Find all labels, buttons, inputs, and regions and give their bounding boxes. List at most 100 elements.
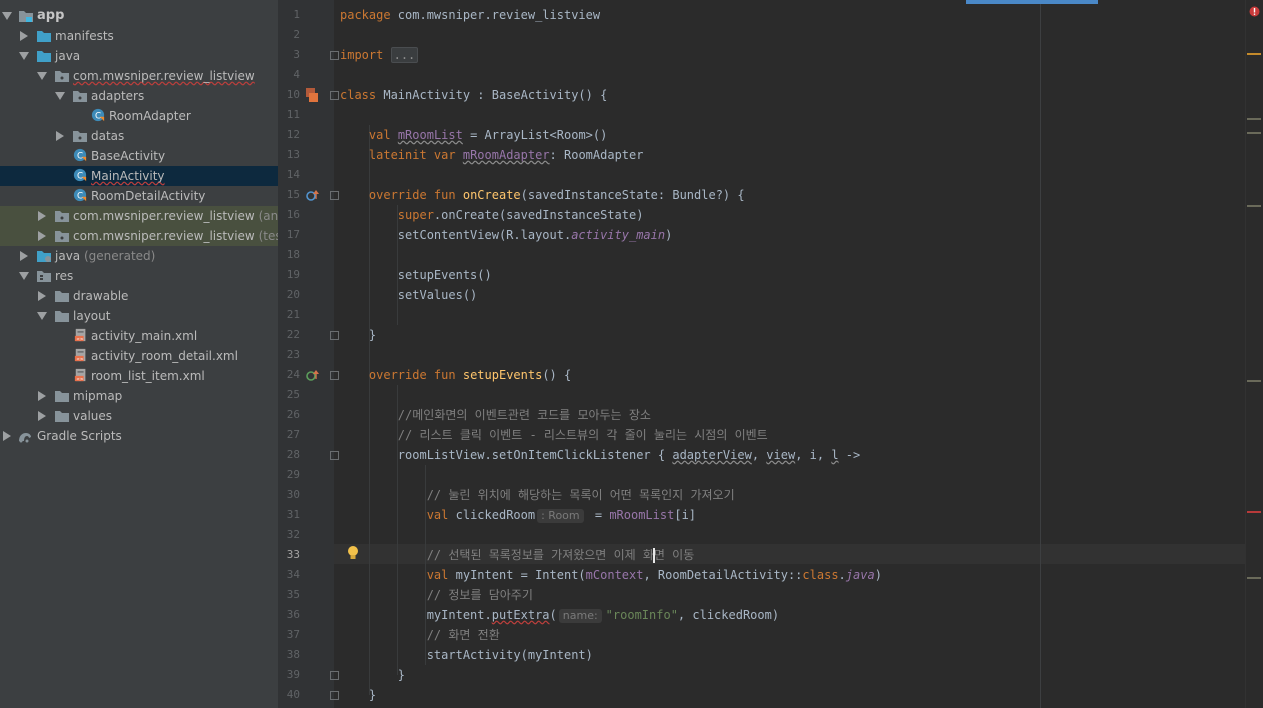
code-line-28[interactable]: roomListView.setOnItemClickListener { ad…: [340, 445, 860, 465]
code-line-12[interactable]: val mRoomList = ArrayList<Room>(): [340, 125, 607, 145]
tree-item-label: com.mwsniper.review_listview (androi: [73, 209, 278, 223]
collapse-arrow-icon[interactable]: [38, 231, 46, 241]
tree-item-java-generated[interactable]: java (generated): [0, 246, 278, 266]
expand-arrow-icon[interactable]: [37, 312, 47, 320]
tree-item-mipmap[interactable]: mipmap: [0, 386, 278, 406]
collapse-arrow-icon[interactable]: [38, 211, 46, 221]
package-icon: [73, 131, 87, 142]
project-tree: app manifests java com.mwsniper.review_l…: [0, 0, 278, 708]
code-line-40[interactable]: }: [340, 685, 376, 705]
code-line-38[interactable]: startActivity(myIntent): [340, 645, 593, 665]
expand-arrow-icon[interactable]: [2, 12, 12, 20]
code-line-33[interactable]: // 선택된 목록정보를 가져왔으면 이제 화면 이동: [340, 545, 694, 565]
tree-item-app[interactable]: app: [0, 6, 278, 26]
expand-arrow-icon[interactable]: [55, 92, 65, 100]
tree-item-label: java (generated): [55, 249, 156, 263]
tree-item-baseactivity[interactable]: C BaseActivity: [0, 146, 278, 166]
tree-item-manifests[interactable]: manifests: [0, 26, 278, 46]
folded-imports[interactable]: ...: [390, 47, 419, 63]
tree-item-roomadapter[interactable]: C RoomAdapter: [0, 106, 278, 126]
tree-item-package-test[interactable]: com.mwsniper.review_listview (test): [0, 226, 278, 246]
collapse-arrow-icon[interactable]: [38, 391, 46, 401]
error-marker[interactable]: [1247, 511, 1261, 513]
info-marker[interactable]: [1247, 132, 1261, 134]
resource-folder-icon: [37, 271, 51, 282]
tree-item-adapters[interactable]: adapters: [0, 86, 278, 106]
override-marker-icon[interactable]: [306, 368, 320, 382]
code-line-13[interactable]: lateinit var mRoomAdapter: RoomAdapter: [340, 145, 644, 165]
code-line-20[interactable]: setValues(): [340, 285, 477, 305]
tree-item-roomdetailactivity[interactable]: C RoomDetailActivity: [0, 186, 278, 206]
collapse-arrow-icon[interactable]: [20, 31, 28, 41]
fold-marker-icon[interactable]: [330, 191, 339, 200]
line-number: 29: [286, 468, 300, 481]
parameter-hint: name:: [558, 609, 602, 623]
collapse-arrow-icon[interactable]: [38, 411, 46, 421]
tree-item-gradle-scripts[interactable]: Gradle Scripts: [0, 426, 278, 446]
tree-item-label: adapters: [91, 89, 145, 103]
fold-marker-icon[interactable]: [330, 51, 339, 60]
code-line-26[interactable]: //메인화면의 이벤트관련 코드를 모아두는 장소: [340, 405, 651, 425]
line-number: 24: [286, 368, 300, 381]
collapse-arrow-icon[interactable]: [3, 431, 11, 441]
kotlin-class-icon: C: [73, 168, 87, 182]
fold-marker-icon[interactable]: [330, 451, 339, 460]
code-line-34[interactable]: val myIntent = Intent(mContext, RoomDeta…: [340, 565, 882, 585]
code-line-27[interactable]: // 리스트 클릭 이벤트 - 리스트뷰의 각 줄이 눌리는 시점의 이벤트: [340, 425, 768, 445]
tree-item-activity-main-xml[interactable]: <> activity_main.xml: [0, 326, 278, 346]
tree-item-mainactivity[interactable]: C MainActivity: [0, 166, 278, 186]
info-marker[interactable]: [1247, 577, 1261, 579]
fold-marker-icon[interactable]: [330, 371, 339, 380]
tree-item-drawable[interactable]: drawable: [0, 286, 278, 306]
folder-icon: [37, 31, 51, 42]
tree-item-datas[interactable]: datas: [0, 126, 278, 146]
code-line-31[interactable]: val clickedRoom: Room = mRoomList[i]: [340, 505, 696, 525]
fold-marker-icon[interactable]: [330, 671, 339, 680]
error-stripe[interactable]: [1245, 0, 1263, 708]
expand-arrow-icon[interactable]: [19, 272, 29, 280]
tree-item-package-androidtest[interactable]: com.mwsniper.review_listview (androi: [0, 206, 278, 226]
code-line-35[interactable]: // 정보를 담아주기: [340, 585, 533, 605]
code-line-19[interactable]: setupEvents(): [340, 265, 492, 285]
expand-arrow-icon[interactable]: [37, 72, 47, 80]
fold-marker-icon[interactable]: [330, 331, 339, 340]
type-hint: : Room: [537, 509, 584, 523]
code-line-16[interactable]: super.onCreate(savedInstanceState): [340, 205, 644, 225]
tree-item-values[interactable]: values: [0, 406, 278, 426]
collapse-arrow-icon[interactable]: [56, 131, 64, 141]
code-line-17[interactable]: setContentView(R.layout.activity_main): [340, 225, 673, 245]
collapse-arrow-icon[interactable]: [38, 291, 46, 301]
code-line-1[interactable]: package com.mwsniper.review_listview: [340, 5, 600, 25]
tree-item-activity-room-detail-xml[interactable]: <> activity_room_detail.xml: [0, 346, 278, 366]
subclass-marker-icon[interactable]: [305, 87, 319, 103]
line-number: 25: [286, 388, 300, 401]
code-line-22[interactable]: }: [340, 325, 376, 345]
code-line-15[interactable]: override fun onCreate(savedInstanceState…: [340, 185, 745, 205]
tree-item-package[interactable]: com.mwsniper.review_listview: [0, 66, 278, 86]
code-line-39[interactable]: }: [340, 665, 405, 685]
collapse-arrow-icon[interactable]: [20, 251, 28, 261]
tree-item-layout[interactable]: layout: [0, 306, 278, 326]
fold-marker-icon[interactable]: [330, 91, 339, 100]
tree-item-label: java: [55, 49, 81, 63]
folder-icon: [55, 391, 69, 402]
info-marker[interactable]: [1247, 205, 1261, 207]
tree-item-java[interactable]: java: [0, 46, 278, 66]
code-line-37[interactable]: // 화면 전환: [340, 625, 500, 645]
info-marker[interactable]: [1247, 380, 1261, 382]
tree-item-room-list-item-xml[interactable]: <> room_list_item.xml: [0, 366, 278, 386]
code-line-30[interactable]: // 눌린 위치에 해당하는 목록이 어떤 목록인지 가져오기: [340, 485, 735, 505]
code-line-36[interactable]: myIntent.putExtra(name: "roomInfo", click…: [340, 605, 779, 625]
error-indicator-icon[interactable]: [1249, 6, 1260, 17]
expand-arrow-icon[interactable]: [19, 52, 29, 60]
override-marker-icon[interactable]: [306, 188, 320, 202]
fold-marker-icon[interactable]: [330, 691, 339, 700]
module-folder-icon: [19, 11, 33, 22]
tree-item-res[interactable]: res: [0, 266, 278, 286]
code-line-10[interactable]: class MainActivity : BaseActivity() {: [340, 85, 607, 105]
warning-marker[interactable]: [1247, 53, 1261, 55]
line-number: 34: [286, 568, 300, 581]
code-line-3[interactable]: import ...: [340, 45, 419, 65]
code-line-24[interactable]: override fun setupEvents() {: [340, 365, 571, 385]
info-marker[interactable]: [1247, 118, 1261, 120]
